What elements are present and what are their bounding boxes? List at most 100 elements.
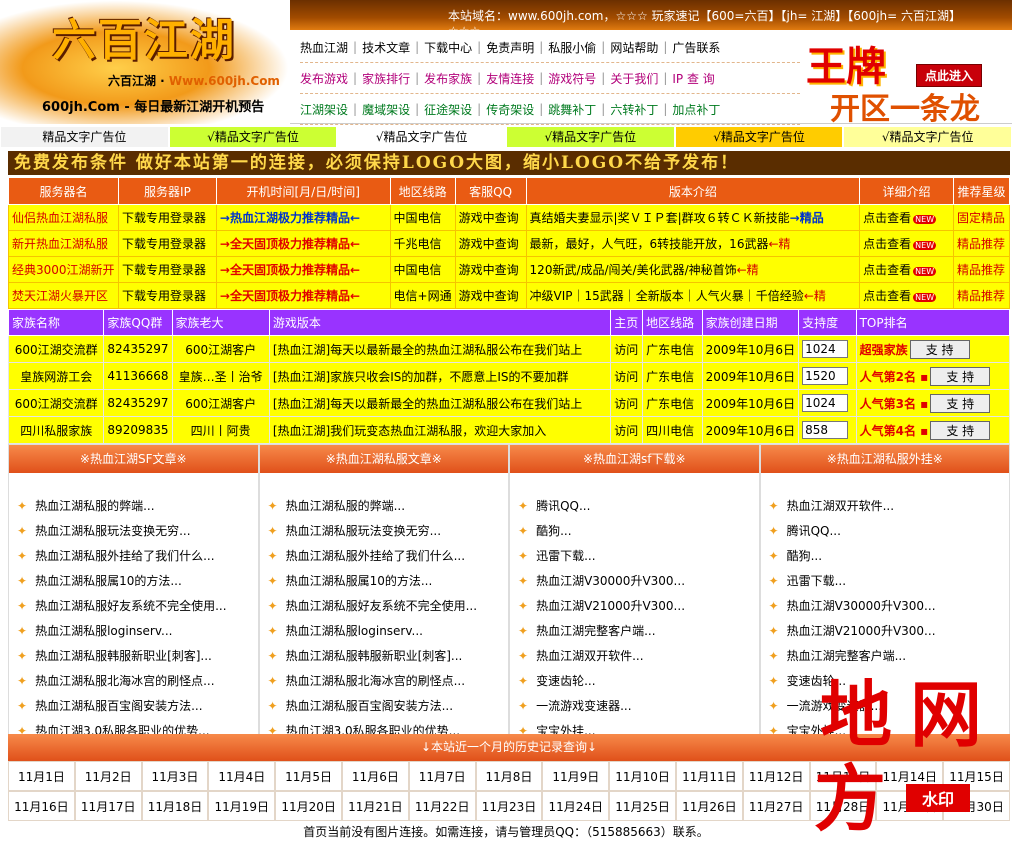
history-day-link[interactable]: 11月19日 (208, 791, 276, 821)
article-link[interactable]: 热血江湖私服loginserv... (35, 624, 172, 638)
support-count-field[interactable] (802, 394, 849, 412)
server-name-link[interactable]: 新开热血江湖私服 (8, 230, 119, 257)
article-link[interactable]: 酷狗... (536, 524, 571, 538)
article-item[interactable]: ✦ 热血江湖V30000升V300... (761, 594, 1010, 619)
wangpai-ad[interactable]: 王牌 点此进入 开区一条龙 (806, 34, 1012, 127)
history-day-link[interactable]: 11月18日 (141, 791, 209, 821)
logo-area[interactable]: 六百江湖 六百江湖 · Www.600jh.Com 600jh.Com - 每日… (0, 0, 290, 124)
article-link[interactable]: 热血江湖私服百宝阁安装方法... (35, 699, 202, 713)
history-day-link[interactable]: 11月20日 (275, 791, 342, 821)
article-item[interactable]: ✦ 迅雷下载... (761, 569, 1010, 594)
history-day-link[interactable]: 11月8日 (475, 761, 543, 791)
support-count-field[interactable] (802, 340, 849, 358)
history-day-link[interactable]: 11月2日 (74, 761, 142, 791)
support-count-field[interactable] (802, 367, 849, 385)
detail-link[interactable]: 点击查看 (863, 211, 911, 225)
nav-link[interactable]: 传奇架设 (486, 101, 534, 118)
history-day-link[interactable]: 11月23日 (475, 791, 543, 821)
nav-link[interactable]: 江湖架设 (300, 101, 348, 118)
article-link[interactable]: 腾讯QQ... (536, 499, 590, 513)
login-download-link[interactable]: 下载专用登录器 (117, 204, 217, 231)
history-day-link[interactable]: 11月27日 (742, 791, 810, 821)
article-item[interactable]: ✦ 热血江湖私服好友系统不完全使用... (260, 594, 509, 619)
history-day-link[interactable]: 11月21日 (341, 791, 409, 821)
nav-link[interactable]: 发布游戏 (300, 70, 348, 87)
article-link[interactable]: 热血江湖双开软件... (536, 649, 643, 663)
article-item[interactable]: ✦ 酷狗... (510, 519, 759, 544)
article-item[interactable]: ✦ 热血江湖私服好友系统不完全使用... (9, 594, 258, 619)
nav-link[interactable]: 网站帮助 (610, 39, 658, 56)
family-home-link[interactable]: 访问 (610, 362, 644, 390)
history-day-link[interactable]: 11月16日 (8, 791, 75, 821)
article-link[interactable]: 变速齿轮... (536, 674, 595, 688)
nav-link[interactable]: 技术文章 (362, 39, 410, 56)
nav-link[interactable]: 加点补丁 (672, 101, 720, 118)
article-link[interactable]: 热血江湖双开软件... (787, 499, 894, 513)
text-ad-slot[interactable]: 精品文字广告位 (0, 126, 169, 148)
nav-link[interactable]: 友情连接 (486, 70, 534, 87)
login-download-link[interactable]: 下载专用登录器 (117, 256, 217, 283)
detail-link[interactable]: 点击查看 (863, 263, 911, 277)
nav-link[interactable]: 魔域架设 (362, 101, 410, 118)
article-link[interactable]: 热血江湖V30000升V300... (787, 599, 936, 613)
article-item[interactable]: ✦ 热血江湖私服属10的方法... (260, 569, 509, 594)
detail-link[interactable]: 点击查看 (863, 237, 911, 251)
support-count-field[interactable] (802, 421, 849, 439)
history-day-link[interactable]: 11月26日 (675, 791, 743, 821)
article-item[interactable]: ✦ 热血江湖私服韩服新职业[刺客]... (9, 644, 258, 669)
nav-link[interactable]: 征途架设 (424, 101, 472, 118)
article-link[interactable]: 热血江湖私服属10的方法... (35, 574, 182, 588)
article-item[interactable]: ✦ 酷狗... (761, 544, 1010, 569)
article-item[interactable]: ✦ 热血江湖私服loginserv... (260, 619, 509, 644)
text-ad-slot[interactable]: √精品文字广告位 (506, 126, 675, 148)
article-item[interactable]: ✦ 热血江湖私服北海冰宫的刷怪点... (260, 669, 509, 694)
article-link[interactable]: 腾讯QQ... (787, 524, 841, 538)
detail-link[interactable]: 点击查看 (863, 289, 911, 303)
article-item[interactable]: ✦ 热血江湖私服属10的方法... (9, 569, 258, 594)
nav-link[interactable]: 家族排行 (362, 70, 410, 87)
article-item[interactable]: ✦ 热血江湖私服玩法变换无穷... (260, 519, 509, 544)
text-ad-slot[interactable]: √精品文字广告位 (168, 126, 338, 148)
article-link[interactable]: 热血江湖私服loginserv... (286, 624, 423, 638)
article-link[interactable]: 酷狗... (787, 549, 822, 563)
history-day-link[interactable]: 11月5日 (275, 761, 342, 791)
article-link[interactable]: 热血江湖私服韩服新职业[刺客]... (286, 649, 463, 663)
text-ad-slot[interactable]: √精品文字广告位 (843, 126, 1012, 148)
article-link[interactable]: 热血江湖私服北海冰宫的刷怪点... (286, 674, 465, 688)
article-item[interactable]: ✦ 热血江湖私服韩服新职业[刺客]... (260, 644, 509, 669)
article-item[interactable]: ✦ 变速齿轮... (510, 669, 759, 694)
article-item[interactable]: ✦ 热血江湖私服外挂给了我们什么... (260, 544, 509, 569)
support-button[interactable]: 支 持 (930, 393, 991, 413)
article-item[interactable]: ✦ 热血江湖V30000升V300... (510, 569, 759, 594)
history-day-link[interactable]: 11月24日 (542, 791, 610, 821)
nav-link[interactable]: 跳舞补丁 (548, 101, 596, 118)
family-home-link[interactable]: 访问 (610, 389, 644, 417)
nav-link[interactable]: 发布家族 (424, 70, 472, 87)
article-link[interactable]: 热血江湖私服的弊端... (35, 499, 154, 513)
article-item[interactable]: ✦ 热血江湖私服百宝阁安装方法... (260, 694, 509, 719)
text-ad-slot[interactable]: √精品文字广告位 (674, 126, 844, 148)
nav-link[interactable]: 广告联系 (672, 39, 720, 56)
article-link[interactable]: 热血江湖V30000升V300... (536, 574, 685, 588)
article-link[interactable]: 热血江湖私服外挂给了我们什么... (35, 549, 214, 563)
article-link[interactable]: 热血江湖完整客户端... (536, 624, 655, 638)
history-day-link[interactable]: 11月3日 (141, 761, 209, 791)
article-link[interactable]: 热血江湖私服好友系统不完全使用... (286, 599, 477, 613)
article-link[interactable]: 热血江湖私服玩法变换无穷... (286, 524, 441, 538)
family-home-link[interactable]: 访问 (610, 335, 644, 363)
article-link[interactable]: 热血江湖V21000升V300... (536, 599, 685, 613)
server-name-link[interactable]: 经典3000江湖新开 (8, 256, 119, 283)
history-day-link[interactable]: 11月17日 (74, 791, 142, 821)
article-link[interactable]: 热血江湖私服韩服新职业[刺客]... (35, 649, 212, 663)
article-item[interactable]: ✦ 热血江湖双开软件... (510, 644, 759, 669)
nav-link[interactable]: 关于我们 (610, 70, 658, 87)
article-link[interactable]: 一流游戏变速器... (536, 699, 631, 713)
history-day-link[interactable]: 11月25日 (609, 791, 676, 821)
article-link[interactable]: 热血江湖私服外挂给了我们什么... (286, 549, 465, 563)
login-download-link[interactable]: 下载专用登录器 (117, 282, 217, 309)
history-day-link[interactable]: 11月6日 (341, 761, 409, 791)
support-button[interactable]: 支 持 (909, 339, 970, 359)
history-day-link[interactable]: 11月1日 (8, 761, 75, 791)
article-item[interactable]: ✦ 热血江湖私服的弊端... (260, 494, 509, 519)
nav-link[interactable]: 热血江湖 (300, 39, 348, 56)
